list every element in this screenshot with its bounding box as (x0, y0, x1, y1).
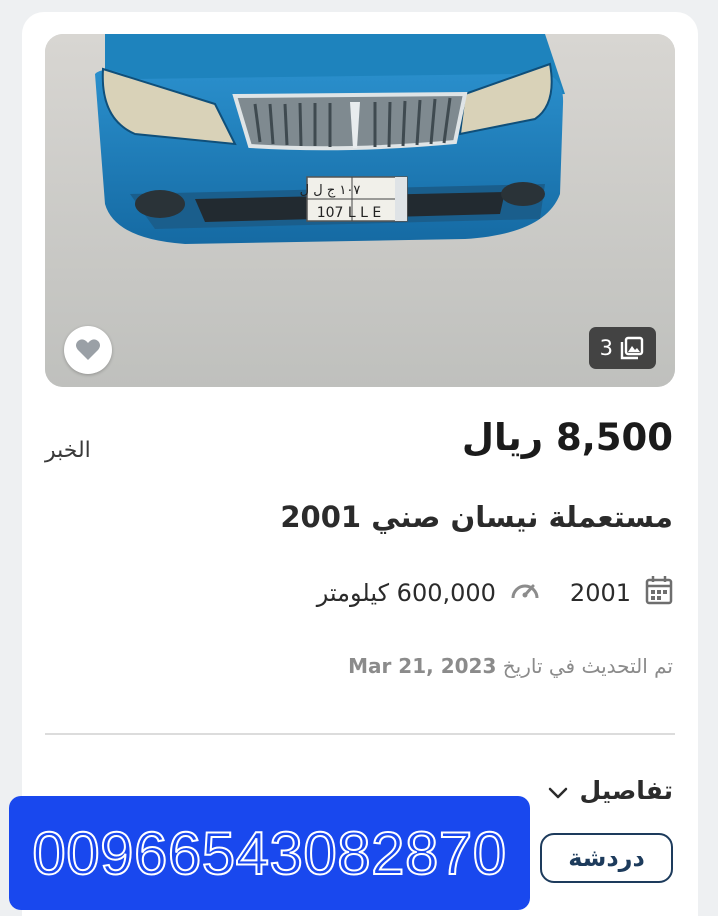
car-photo-image: ١٠٧ ج ل ل 107 L L E (45, 34, 675, 387)
listing-specs: 2001 600,000 كيلومتر (317, 575, 673, 611)
phone-number-banner[interactable]: 00966543082870 (9, 796, 530, 910)
updated-prefix: تم التحديث في تاريخ (502, 654, 673, 678)
details-toggle[interactable]: تفاصيل (548, 776, 673, 805)
calendar-icon (645, 575, 673, 611)
listing-price: 8,500 ريال (461, 416, 673, 459)
gallery-icon (620, 336, 644, 360)
spec-mileage-value: 600,000 كيلومتر (316, 579, 496, 607)
spec-mileage: 600,000 كيلومتر (317, 578, 540, 608)
speedometer-icon (510, 578, 540, 608)
updated-date: Mar 21, 2023 (348, 654, 497, 678)
spec-year: 2001 (570, 575, 673, 611)
last-updated: تم التحديث في تاريخ Mar 21, 2023 (348, 654, 673, 678)
phone-number: 00966543082870 (31, 819, 507, 888)
listing-card[interactable]: ١٠٧ ج ل ل 107 L L E 3 8,500 ريال الخبر م… (22, 12, 698, 916)
details-label: تفاصيل (579, 776, 673, 805)
listing-title[interactable]: مستعملة نيسان صني 2001 (280, 500, 673, 534)
favorite-button[interactable] (64, 326, 112, 374)
spec-year-value: 2001 (569, 579, 631, 607)
listing-city: الخبر (45, 438, 91, 463)
chat-button[interactable]: دردشة (540, 833, 673, 883)
chevron-down-icon (548, 776, 568, 805)
listing-photo[interactable]: ١٠٧ ج ل ل 107 L L E 3 (45, 34, 675, 387)
photo-count-badge[interactable]: 3 (588, 327, 656, 369)
photo-count: 3 (599, 336, 613, 360)
heart-icon (75, 338, 101, 362)
plate-top-text: ١٠٧ ج ل ل (300, 183, 361, 198)
divider (45, 733, 675, 735)
plate-bottom-text: 107 L L E (317, 205, 382, 221)
